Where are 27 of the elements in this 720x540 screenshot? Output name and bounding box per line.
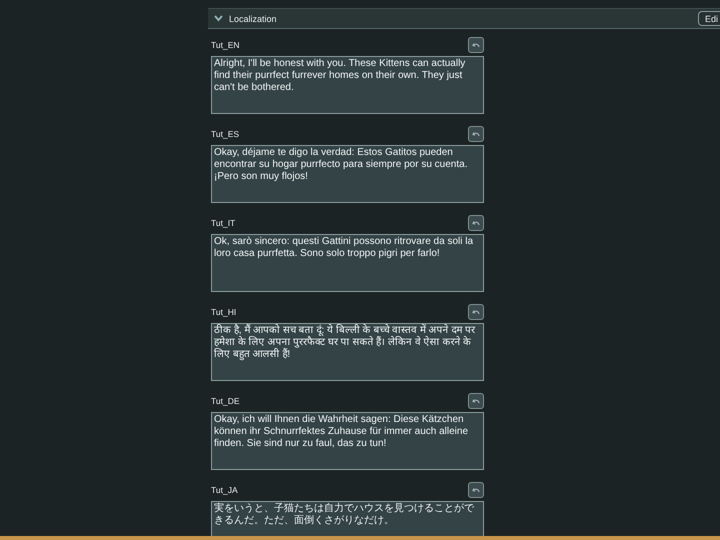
section-title: Localization bbox=[229, 14, 278, 24]
revert-button[interactable] bbox=[468, 304, 484, 320]
edit-button[interactable]: Edi bbox=[698, 11, 720, 26]
undo-icon bbox=[472, 130, 480, 138]
text-field[interactable]: Okay, ich will Ihnen die Wahrheit sagen: Diese Kätzchen können ihr Schnurrfektes Zuhause für immer auch alleine finden. Sie sind nur zu faul, das zu tun! bbox=[211, 412, 484, 470]
undo-icon bbox=[472, 308, 480, 316]
text-field[interactable]: Ok, sarò sincero: questi Gattini possono ritrovare da soli la loro casa purrfetta. Sono solo troppo pigri per farlo! bbox=[211, 234, 484, 292]
text-field[interactable]: ठीक है, मैं आपको सच बता दूं: ये बिल्ली के बच्चे वास्तव में अपने दम पर हमेशा के लिए अपना पुररफैक्ट घर पा सकते हैं। लेकिन वे ऐसा करने के लिए बहुत आलसी हैं! bbox=[211, 323, 484, 381]
entry-key: Tut_ES bbox=[211, 129, 240, 139]
undo-icon bbox=[472, 398, 480, 404]
undo-icon bbox=[472, 42, 480, 48]
chevron-icon[interactable] bbox=[214, 15, 223, 22]
revert-button[interactable] bbox=[468, 215, 484, 231]
entry-key: Tut_HI bbox=[211, 307, 236, 317]
undo-icon bbox=[472, 220, 480, 226]
undo-icon bbox=[472, 486, 480, 494]
entry-key: Tut_JA bbox=[211, 485, 238, 495]
entry-key: Tut_EN bbox=[211, 40, 240, 50]
entry-key: Tut_DE bbox=[211, 396, 240, 406]
text-field[interactable]: Alright, I'll be honest with you. These Kittens can actually find their purrfect furrever homes on their own. They just can't be bothered. bbox=[211, 56, 484, 114]
revert-button[interactable] bbox=[468, 126, 484, 142]
text-field[interactable]: Okay, déjame te digo la verdad: Estos Gatitos pueden encontrar su hogar purrfecto para siempre por su cuenta. ¡Pero son muy flojos! bbox=[211, 145, 484, 203]
revert-button[interactable] bbox=[468, 37, 484, 53]
entry-key: Tut_IT bbox=[211, 218, 236, 228]
revert-button[interactable] bbox=[468, 482, 484, 498]
revert-button[interactable] bbox=[468, 393, 484, 409]
text-field[interactable]: 実をいうと、子猫たちは自力でハウスを見つけることができるんだ。ただ、面倒くさがりなだけ。 bbox=[211, 501, 484, 536]
